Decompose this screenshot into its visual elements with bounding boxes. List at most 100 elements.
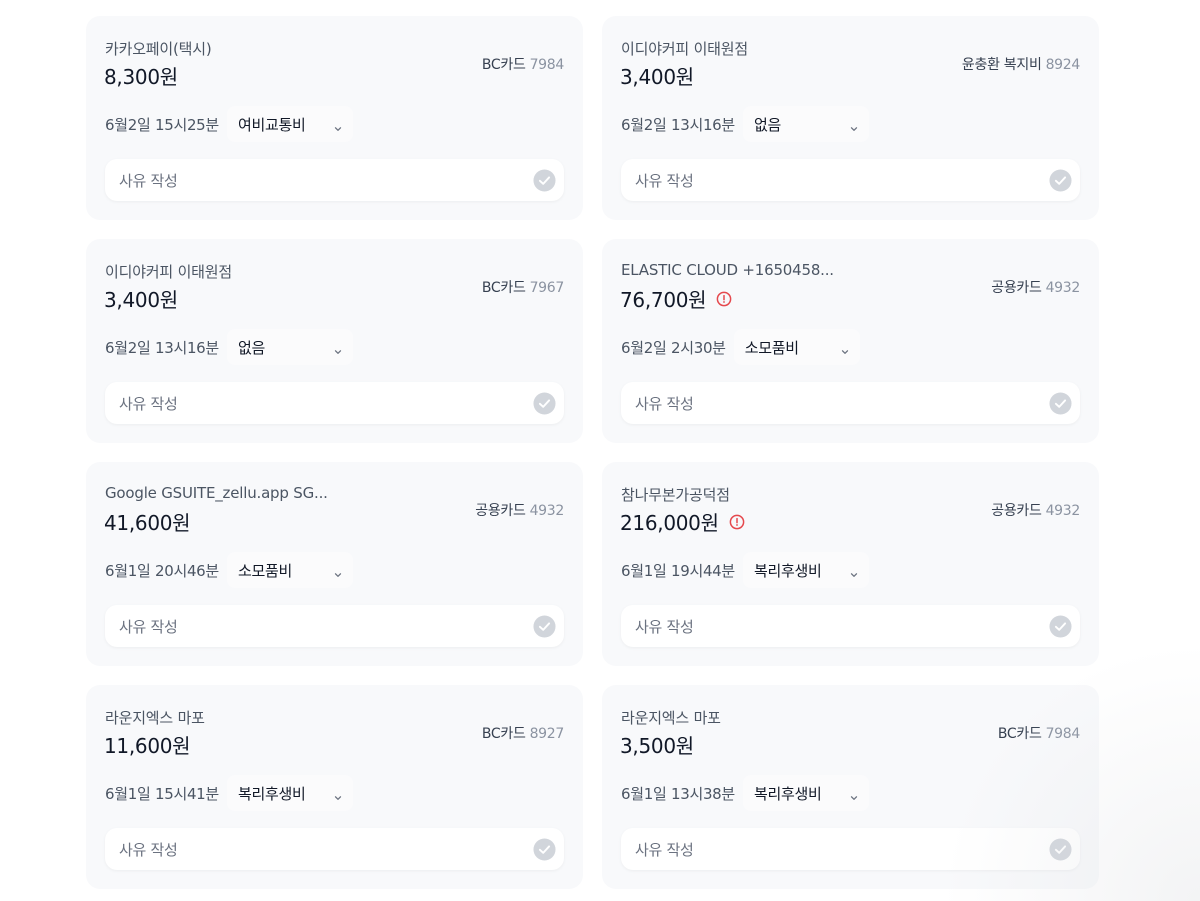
amount: 3,500원 bbox=[620, 734, 694, 758]
check-circle-icon[interactable] bbox=[1049, 168, 1072, 192]
card-info: BC카드 7967 bbox=[482, 277, 564, 297]
meta-row: 6월1일 19시44분 복리후생비 bbox=[621, 552, 869, 588]
merchant-name: Google GSUITE_zellu.app SG... bbox=[105, 484, 328, 502]
reason-placeholder: 사유 작성 bbox=[119, 840, 178, 859]
card-name: BC카드 bbox=[997, 726, 1042, 742]
merchant-name: 카카오페이(택시) bbox=[105, 40, 212, 58]
category-select[interactable]: 복리후생비 bbox=[742, 552, 869, 588]
check-circle-icon[interactable] bbox=[533, 168, 556, 192]
category-select[interactable]: 복리후생비 bbox=[742, 775, 869, 811]
transaction-datetime: 6월2일 13시16분 bbox=[621, 115, 735, 134]
card-name: 공용카드 bbox=[991, 280, 1042, 296]
expense-card: ELASTIC CLOUD +1650458... 76,700원 공용카드 49… bbox=[602, 239, 1099, 443]
amount-row: 41,600원 bbox=[104, 507, 191, 536]
card-info: 윤충환 복지비 8924 bbox=[962, 54, 1080, 74]
meta-row: 6월2일 2시30분 소모품비 bbox=[621, 329, 860, 365]
check-circle-icon[interactable] bbox=[533, 391, 556, 415]
card-name: BC카드 bbox=[481, 280, 526, 296]
amount: 11,600원 bbox=[104, 734, 191, 758]
expense-card: 이디야커피 이태원점 3,400원 BC카드 7967 6월2일 13시16분 없… bbox=[86, 239, 583, 443]
check-circle-icon[interactable] bbox=[533, 614, 556, 638]
transaction-datetime: 6월1일 13시38분 bbox=[621, 784, 735, 803]
category-value: 없음 bbox=[237, 338, 265, 357]
chevron-down-icon bbox=[849, 565, 859, 577]
transaction-datetime: 6월2일 15시25분 bbox=[105, 115, 219, 134]
reason-input[interactable]: 사유 작성 bbox=[621, 159, 1080, 201]
reason-input[interactable]: 사유 작성 bbox=[105, 828, 564, 870]
chevron-down-icon bbox=[333, 788, 343, 800]
card-name: 공용카드 bbox=[991, 503, 1042, 519]
reason-input[interactable]: 사유 작성 bbox=[621, 605, 1080, 647]
card-info: BC카드 7984 bbox=[482, 54, 564, 74]
alert-circle-icon[interactable] bbox=[729, 514, 745, 530]
amount-row: 3,400원 bbox=[620, 61, 694, 90]
chevron-down-icon bbox=[333, 565, 343, 577]
card-info: 공용카드 4932 bbox=[991, 277, 1080, 297]
merchant-name: 참나무본가공덕점 bbox=[621, 486, 730, 504]
chevron-down-icon bbox=[333, 342, 343, 354]
card-number: 4932 bbox=[1045, 503, 1081, 519]
merchant-name: ELASTIC CLOUD +1650458... bbox=[621, 261, 834, 279]
amount-row: 76,700원 bbox=[620, 284, 732, 313]
category-value: 복리후생비 bbox=[753, 561, 822, 580]
reason-input[interactable]: 사유 작성 bbox=[621, 382, 1080, 424]
merchant-name: 라운지엑스 마포 bbox=[105, 709, 205, 727]
card-number: 8927 bbox=[529, 726, 565, 742]
category-select[interactable]: 복리후생비 bbox=[226, 775, 353, 811]
card-number: 4932 bbox=[529, 503, 565, 519]
card-name: BC카드 bbox=[481, 57, 526, 73]
merchant-name: 이디야커피 이태원점 bbox=[105, 263, 232, 281]
reason-input[interactable]: 사유 작성 bbox=[105, 605, 564, 647]
reason-placeholder: 사유 작성 bbox=[119, 171, 178, 190]
card-number: 4932 bbox=[1045, 280, 1081, 296]
reason-placeholder: 사유 작성 bbox=[635, 394, 694, 413]
category-select[interactable]: 소모품비 bbox=[733, 329, 860, 365]
category-select[interactable]: 없음 bbox=[742, 106, 869, 142]
amount: 3,400원 bbox=[104, 288, 178, 312]
reason-input[interactable]: 사유 작성 bbox=[105, 159, 564, 201]
transaction-datetime: 6월1일 19시44분 bbox=[621, 561, 735, 580]
reason-placeholder: 사유 작성 bbox=[635, 840, 694, 859]
reason-placeholder: 사유 작성 bbox=[635, 171, 694, 190]
transaction-datetime: 6월1일 15시41분 bbox=[105, 784, 219, 803]
meta-row: 6월1일 13시38분 복리후생비 bbox=[621, 775, 869, 811]
card-info: 공용카드 4932 bbox=[991, 500, 1080, 520]
amount: 41,600원 bbox=[104, 511, 191, 535]
card-number: 7984 bbox=[529, 57, 565, 73]
expense-card: 라운지엑스 마포 3,500원 BC카드 7984 6월1일 13시38분 복리후… bbox=[602, 685, 1099, 889]
category-select[interactable]: 없음 bbox=[226, 329, 353, 365]
card-number: 8924 bbox=[1045, 57, 1081, 73]
check-circle-icon[interactable] bbox=[1049, 614, 1072, 638]
amount: 8,300원 bbox=[104, 65, 178, 89]
check-circle-icon[interactable] bbox=[1049, 837, 1072, 861]
category-value: 없음 bbox=[753, 115, 781, 134]
reason-input[interactable]: 사유 작성 bbox=[105, 382, 564, 424]
card-info: 공용카드 4932 bbox=[475, 500, 564, 520]
expense-card-grid: 카카오페이(택시) 8,300원 BC카드 7984 6월2일 15시25분 여비… bbox=[86, 16, 1099, 889]
category-value: 소모품비 bbox=[744, 338, 799, 357]
meta-row: 6월2일 13시16분 없음 bbox=[105, 329, 353, 365]
check-circle-icon[interactable] bbox=[533, 837, 556, 861]
chevron-down-icon bbox=[333, 119, 343, 131]
check-circle-icon[interactable] bbox=[1049, 391, 1072, 415]
category-select[interactable]: 여비교통비 bbox=[226, 106, 353, 142]
expense-card: 라운지엑스 마포 11,600원 BC카드 8927 6월1일 15시41분 복리… bbox=[86, 685, 583, 889]
transaction-datetime: 6월2일 13시16분 bbox=[105, 338, 219, 357]
amount: 76,700원 bbox=[620, 288, 707, 312]
transaction-datetime: 6월2일 2시30분 bbox=[621, 338, 726, 357]
meta-row: 6월1일 15시41분 복리후생비 bbox=[105, 775, 353, 811]
amount: 3,400원 bbox=[620, 65, 694, 89]
expense-card: 이디야커피 이태원점 3,400원 윤충환 복지비 8924 6월2일 13시16… bbox=[602, 16, 1099, 220]
reason-input[interactable]: 사유 작성 bbox=[621, 828, 1080, 870]
card-info: BC카드 8927 bbox=[482, 723, 564, 743]
category-select[interactable]: 소모품비 bbox=[226, 552, 353, 588]
amount: 216,000원 bbox=[620, 511, 719, 535]
expense-card: 참나무본가공덕점 216,000원 공용카드 4932 6월1일 19시44분 복… bbox=[602, 462, 1099, 666]
card-info: BC카드 7984 bbox=[998, 723, 1080, 743]
chevron-down-icon bbox=[840, 342, 850, 354]
expense-card: Google GSUITE_zellu.app SG... 41,600원 공용… bbox=[86, 462, 583, 666]
amount-row: 3,500원 bbox=[620, 730, 694, 759]
meta-row: 6월2일 13시16분 없음 bbox=[621, 106, 869, 142]
alert-circle-icon[interactable] bbox=[716, 291, 732, 307]
category-value: 복리후생비 bbox=[237, 784, 306, 803]
